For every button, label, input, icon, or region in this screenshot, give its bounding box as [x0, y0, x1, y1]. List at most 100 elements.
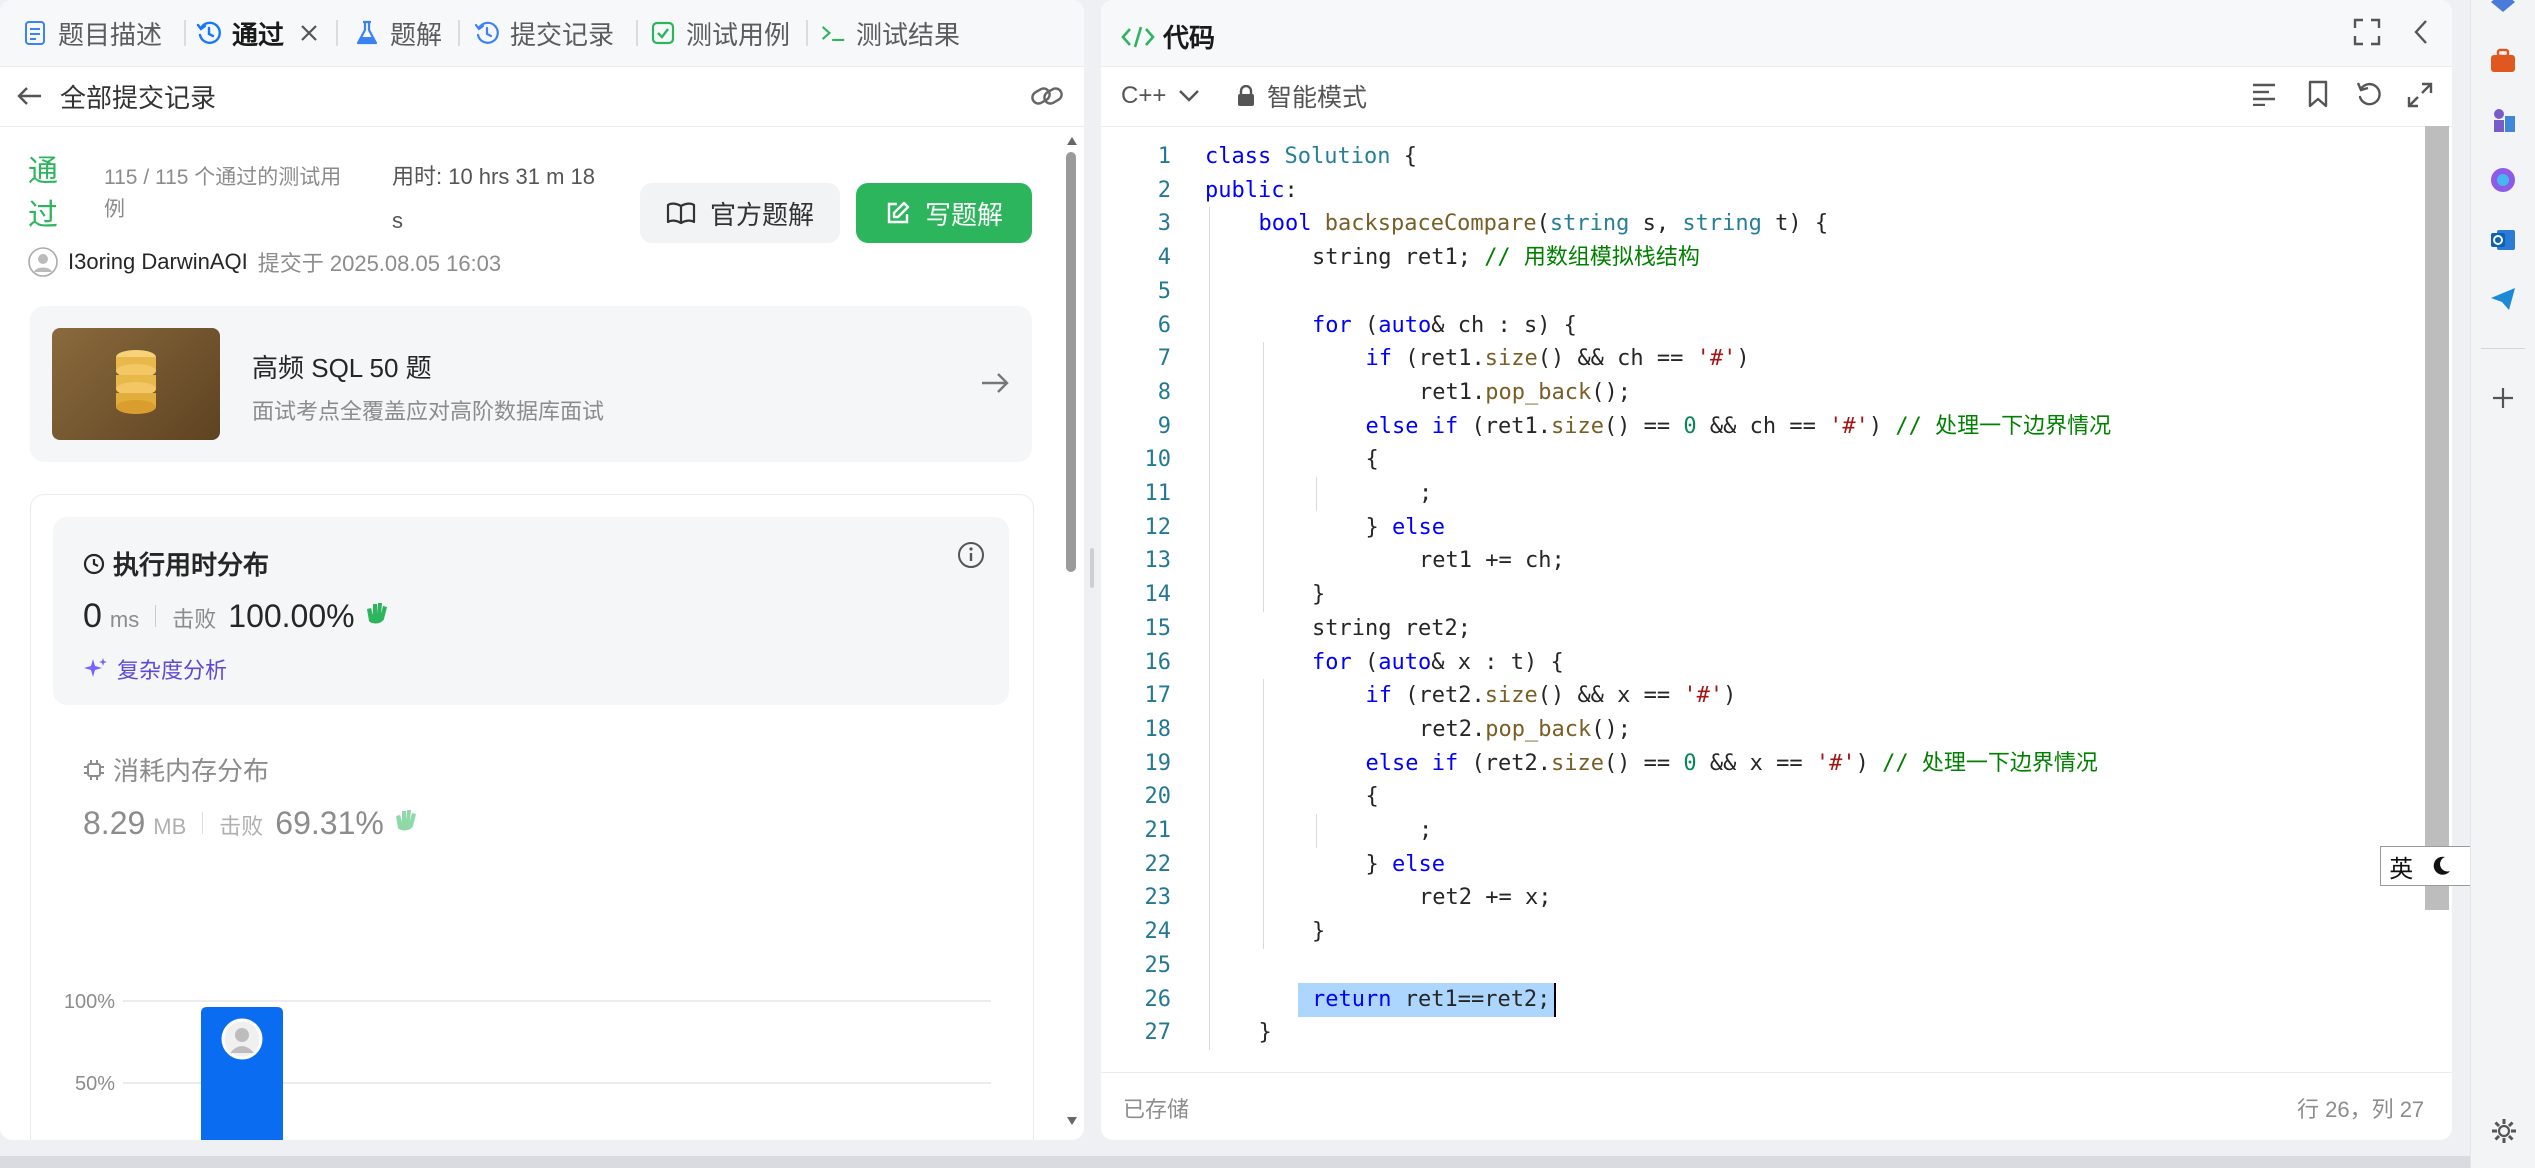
avatar[interactable] [28, 247, 58, 277]
code-token: () && x == [1537, 683, 1684, 709]
complexity-analysis-link[interactable]: 复杂度分析 [83, 653, 227, 685]
testcases-passed: 115 / 115 个通过的测试用 例 [104, 166, 342, 221]
official-solution-button[interactable]: 官方题解 [640, 183, 840, 243]
book-icon [666, 201, 696, 225]
scroll-up-icon[interactable] [1066, 136, 1078, 146]
code-token: 0 [1683, 750, 1697, 776]
plus-icon[interactable] [2491, 386, 2515, 410]
moon-icon[interactable] [2430, 855, 2452, 877]
code-line[interactable]: } [1312, 578, 1325, 612]
reset-icon[interactable] [2355, 80, 2383, 108]
tab-label: 测试用例 [686, 19, 791, 50]
gear-icon[interactable] [2491, 1118, 2517, 1144]
tab-testcases[interactable]: 测试用例 [650, 0, 790, 66]
copilot-icon[interactable] [2489, 166, 2517, 194]
code-token: ) [1723, 683, 1737, 709]
bookmark-icon[interactable] [2307, 80, 2329, 108]
distribution-container: 执行用时分布 0 ms 击败 100.00% 复杂度分析 消耗内存分布 8.29… [30, 494, 1034, 1140]
tab-solutions[interactable]: 题解 [354, 0, 442, 66]
briefcase-icon[interactable] [2489, 48, 2517, 74]
tab-label: 题目描述 [58, 19, 163, 50]
left-panel: 题目描述 通过 题解 提交记录 测试用例 测试结果 全部提交记录 通 过 115… [0, 0, 1084, 1140]
tab-description[interactable]: 题目描述 [22, 0, 162, 66]
clap-icon [363, 599, 391, 627]
database-icon [52, 328, 220, 440]
chess-icon[interactable] [2489, 106, 2517, 134]
language-select[interactable]: C++ [1121, 78, 1200, 114]
tab-label: 测试结果 [856, 19, 961, 50]
code-line[interactable]: if (ret2.size() && x == '#') [1366, 679, 1737, 713]
scroll-down-icon[interactable] [1066, 1116, 1078, 1126]
code-line[interactable]: bool backspaceCompare(string s, string t… [1259, 207, 1829, 241]
code-token: } [1312, 919, 1326, 945]
promo-card[interactable]: 高频 SQL 50 题 面试考点全覆盖应对高阶数据库面试 [30, 306, 1032, 462]
username[interactable]: I3oring DarwinAQI [68, 249, 248, 275]
code-token: if [1431, 413, 1459, 439]
code-line[interactable]: public: [1205, 174, 1298, 208]
ime-language[interactable]: 英 [2389, 849, 2413, 884]
write-solution-button[interactable]: 写题解 [856, 183, 1032, 243]
code-line[interactable]: ret1.pop_back(); [1419, 376, 1631, 410]
code-line[interactable]: ret2 += x; [1419, 881, 1551, 915]
code-token: && ch == [1696, 413, 1830, 439]
tab-divider [458, 20, 460, 46]
code-line[interactable]: if (ret1.size() && ch == '#') [1366, 342, 1750, 376]
line-number: 24 [1144, 919, 1172, 945]
chevron-left-icon[interactable] [2411, 18, 2431, 46]
code-line[interactable]: } else [1366, 511, 1445, 545]
code-line[interactable]: } else [1366, 848, 1445, 882]
code-line[interactable]: for (auto& ch : s) { [1312, 309, 1577, 343]
code-line[interactable]: for (auto& x : t) { [1312, 646, 1564, 680]
tab-accepted[interactable]: 通过 [196, 0, 318, 66]
code-line[interactable]: return ret1==ret2; [1298, 982, 1557, 1017]
diamond-icon[interactable] [2491, 0, 2515, 12]
format-icon[interactable] [2251, 82, 2277, 106]
panel-resize-handle[interactable] [1090, 548, 1094, 588]
code-line[interactable]: ret2.pop_back(); [1419, 713, 1631, 747]
runtime-value: 0 [83, 597, 102, 635]
code-token: '#' [1696, 346, 1737, 372]
code-line[interactable]: string ret1; // 用数组模拟栈结构 [1312, 241, 1700, 275]
code-token: bool [1258, 211, 1312, 237]
code-line[interactable]: ; [1419, 814, 1432, 848]
code-line[interactable]: string ret2; [1312, 612, 1471, 646]
expand-icon[interactable] [2407, 82, 2433, 108]
code-token: ret1==ret2; [1391, 986, 1551, 1012]
tab-test-results[interactable]: 测试结果 [820, 0, 960, 66]
code-line[interactable]: { [1366, 443, 1379, 477]
code-line[interactable]: class Solution { [1205, 140, 1417, 174]
send-icon[interactable] [2489, 286, 2517, 312]
code-line[interactable]: { [1366, 780, 1379, 814]
link-icon[interactable] [1030, 82, 1064, 110]
tab-divider [336, 20, 338, 46]
code-line[interactable]: } [1259, 1016, 1272, 1050]
line-number: 11 [1144, 481, 1172, 506]
back-to-submissions[interactable]: 全部提交记录 [16, 80, 216, 113]
code-token: { [1390, 144, 1417, 169]
memory-header[interactable]: 消耗内存分布 [83, 751, 269, 788]
close-icon[interactable] [300, 24, 318, 42]
fullscreen-icon[interactable] [2353, 18, 2381, 46]
outlook-icon[interactable] [2489, 226, 2517, 254]
code-line[interactable]: } [1312, 915, 1325, 949]
arrow-right-icon [980, 370, 1010, 396]
code-line[interactable]: else if (ret1.size() == 0 && ch == '#') … [1366, 410, 2112, 444]
runtime-unit: ms [109, 607, 140, 632]
indent-guide [1262, 679, 1264, 949]
tab-submissions[interactable]: 提交记录 [474, 0, 614, 66]
promo-title: 高频 SQL 50 题 [252, 353, 432, 383]
code-token: (ret1. [1458, 413, 1551, 439]
code-token: public [1205, 177, 1285, 203]
line-number: 17 [1144, 683, 1172, 709]
code-line[interactable]: ret1 += ch; [1419, 544, 1565, 578]
info-icon[interactable] [957, 541, 985, 569]
code-token: ; [1419, 818, 1433, 843]
scrollbar-thumb[interactable] [1066, 152, 1076, 572]
smart-mode[interactable]: 智能模式 [1237, 78, 1367, 114]
left-scrollbar[interactable] [1066, 136, 1078, 1136]
code-line[interactable]: else if (ret2.size() == 0 && x == '#') /… [1366, 747, 2098, 781]
code-line[interactable]: ; [1419, 477, 1432, 511]
editor-scrollbar-thumb[interactable] [2425, 126, 2449, 910]
runtime-card[interactable]: 执行用时分布 0 ms 击败 100.00% 复杂度分析 [53, 517, 1009, 705]
code-editor[interactable]: 1 class Solution {2 public: 3 bool backspace… [1101, 140, 2421, 1060]
